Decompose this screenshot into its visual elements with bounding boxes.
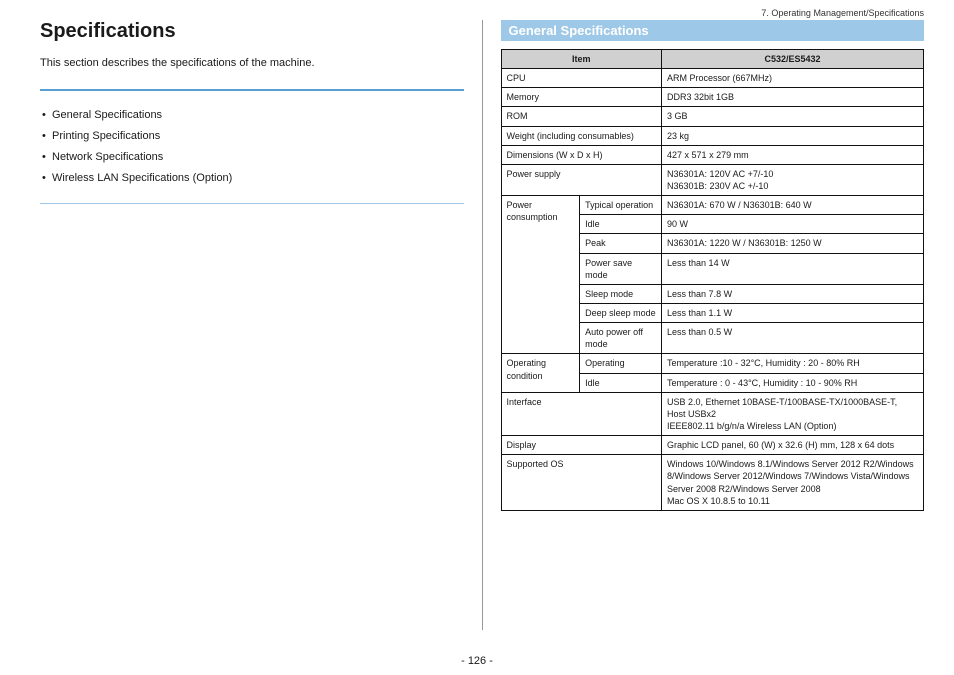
toc-item[interactable]: Wireless LAN Specifications (Option) bbox=[40, 168, 464, 189]
cell-item: Weight (including consumables) bbox=[501, 126, 662, 145]
cell-value: Windows 10/Windows 8.1/Windows Server 20… bbox=[662, 455, 924, 511]
table-row: Power consumptionTypical operationN36301… bbox=[501, 196, 924, 215]
cell-item: Power supply bbox=[501, 164, 662, 195]
table-row: Power supplyN36301A: 120V AC +7/-10N3630… bbox=[501, 164, 924, 195]
cell-value: ARM Processor (667MHz) bbox=[662, 69, 924, 88]
right-column: General Specifications Item C532/ES5432 … bbox=[482, 20, 925, 630]
table-row: MemoryDDR3 32bit 1GB bbox=[501, 88, 924, 107]
page-title: Specifications bbox=[40, 20, 464, 43]
cell-value: 427 x 571 x 279 mm bbox=[662, 145, 924, 164]
table-row: DisplayGraphic LCD panel, 60 (W) x 32.6 … bbox=[501, 436, 924, 455]
cell-value: 3 GB bbox=[662, 107, 924, 126]
left-column: Specifications This section describes th… bbox=[40, 20, 482, 630]
cell-value: DDR3 32bit 1GB bbox=[662, 88, 924, 107]
cell-value: Temperature :10 - 32°C, Humidity : 20 - … bbox=[662, 354, 924, 373]
table-row: Supported OSWindows 10/Windows 8.1/Windo… bbox=[501, 455, 924, 511]
cell-value: N36301A: 1220 W / N36301B: 1250 W bbox=[662, 234, 924, 253]
table-row: ROM3 GB bbox=[501, 107, 924, 126]
cell-sub: Sleep mode bbox=[580, 284, 662, 303]
breadcrumb: 7. Operating Management/Specifications bbox=[761, 8, 924, 18]
cell-value: Less than 0.5 W bbox=[662, 323, 924, 354]
toc-item[interactable]: General Specifications bbox=[40, 105, 464, 126]
table-row: Dimensions (W x D x H)427 x 571 x 279 mm bbox=[501, 145, 924, 164]
cell-sub: Typical operation bbox=[580, 196, 662, 215]
divider-bottom bbox=[40, 203, 464, 204]
th-item: Item bbox=[501, 50, 662, 69]
cell-item: Display bbox=[501, 436, 662, 455]
cell-item: Operating condition bbox=[501, 354, 580, 392]
cell-item: Interface bbox=[501, 392, 662, 435]
cell-value: Temperature : 0 - 43°C, Humidity : 10 - … bbox=[662, 373, 924, 392]
table-row: Operating conditionOperatingTemperature … bbox=[501, 354, 924, 373]
cell-item: Power consumption bbox=[501, 196, 580, 354]
cell-item: Memory bbox=[501, 88, 662, 107]
page-number: - 126 - bbox=[0, 655, 954, 667]
toc-item[interactable]: Printing Specifications bbox=[40, 126, 464, 147]
cell-sub: Power save mode bbox=[580, 253, 662, 284]
cell-value: Less than 1.1 W bbox=[662, 303, 924, 322]
section-heading: General Specifications bbox=[501, 20, 925, 41]
divider-top bbox=[40, 89, 464, 91]
table-row: CPUARM Processor (667MHz) bbox=[501, 69, 924, 88]
th-model: C532/ES5432 bbox=[662, 50, 924, 69]
table-row: InterfaceUSB 2.0, Ethernet 10BASE-T/100B… bbox=[501, 392, 924, 435]
cell-item: Supported OS bbox=[501, 455, 662, 511]
cell-sub: Peak bbox=[580, 234, 662, 253]
intro-text: This section describes the specification… bbox=[40, 57, 464, 69]
cell-sub: Operating bbox=[580, 354, 662, 373]
cell-sub: Idle bbox=[580, 215, 662, 234]
toc-item[interactable]: Network Specifications bbox=[40, 147, 464, 168]
cell-item: CPU bbox=[501, 69, 662, 88]
cell-sub: Auto power off mode bbox=[580, 323, 662, 354]
cell-sub: Idle bbox=[580, 373, 662, 392]
toc-list: General SpecificationsPrinting Specifica… bbox=[40, 105, 464, 189]
cell-value: N36301A: 120V AC +7/-10N36301B: 230V AC … bbox=[662, 164, 924, 195]
cell-value: Less than 7.8 W bbox=[662, 284, 924, 303]
cell-value: 90 W bbox=[662, 215, 924, 234]
cell-item: ROM bbox=[501, 107, 662, 126]
cell-value: Graphic LCD panel, 60 (W) x 32.6 (H) mm,… bbox=[662, 436, 924, 455]
cell-value: 23 kg bbox=[662, 126, 924, 145]
cell-value: N36301A: 670 W / N36301B: 640 W bbox=[662, 196, 924, 215]
spec-table: Item C532/ES5432 CPUARM Processor (667MH… bbox=[501, 49, 925, 511]
cell-value: USB 2.0, Ethernet 10BASE-T/100BASE-TX/10… bbox=[662, 392, 924, 435]
cell-value: Less than 14 W bbox=[662, 253, 924, 284]
cell-sub: Deep sleep mode bbox=[580, 303, 662, 322]
cell-item: Dimensions (W x D x H) bbox=[501, 145, 662, 164]
table-row: Weight (including consumables)23 kg bbox=[501, 126, 924, 145]
